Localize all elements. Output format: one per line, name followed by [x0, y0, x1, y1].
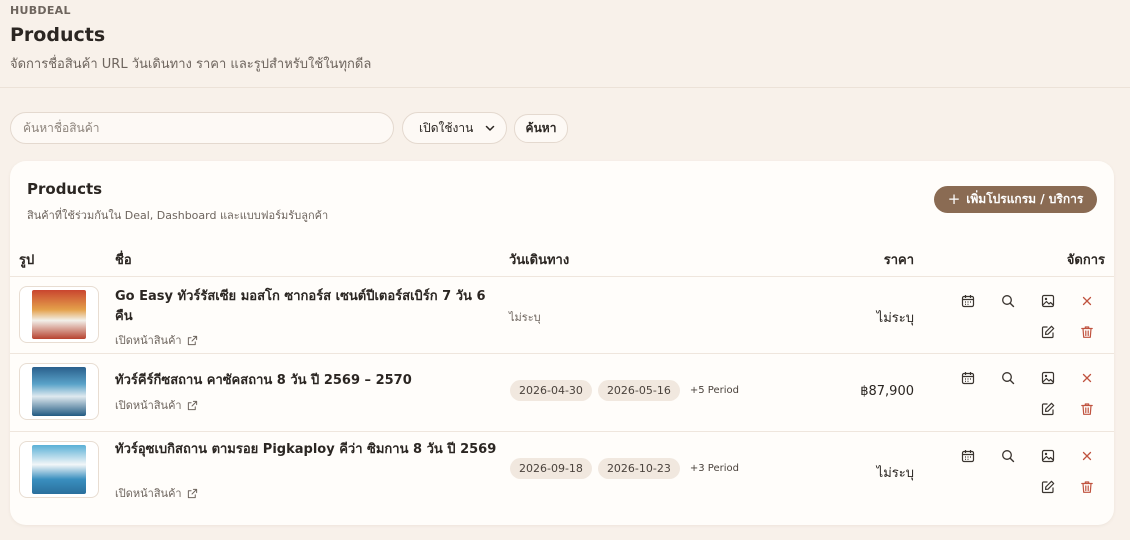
- card-title: Products: [27, 180, 103, 198]
- edit-button[interactable]: [1038, 322, 1058, 342]
- status-select[interactable]: เปิดใช้งาน: [402, 112, 507, 144]
- external-link-icon: [187, 400, 197, 410]
- products-card: Products สินค้าที่ใช้ร่วมกันใน Deal, Das…: [10, 161, 1114, 525]
- close-icon: [1082, 296, 1092, 306]
- travel-dates: 2026-04-30 2026-05-16 +5 Period: [510, 380, 743, 401]
- external-link-icon: [187, 335, 197, 345]
- brand: HUBDEAL: [10, 4, 71, 17]
- image-button[interactable]: [1038, 446, 1058, 466]
- travel-dates: 2026-09-18 2026-10-23 +3 Period: [510, 458, 743, 479]
- deactivate-button[interactable]: [1077, 368, 1097, 388]
- image-button[interactable]: [1038, 368, 1058, 388]
- column-header-name: ชื่อ: [115, 253, 132, 268]
- search-icon: [1002, 295, 1015, 308]
- edit-icon: [1041, 480, 1055, 494]
- add-program-label: เพิ่มโปรแกรม / บริการ: [966, 192, 1084, 206]
- search-row-button[interactable]: [998, 446, 1018, 466]
- edit-icon: [1041, 402, 1055, 416]
- search-input[interactable]: [10, 112, 394, 144]
- edit-button[interactable]: [1038, 399, 1058, 419]
- delete-button[interactable]: [1077, 322, 1097, 342]
- deactivate-button[interactable]: [1077, 291, 1097, 311]
- date-chip: 2026-10-23: [597, 458, 680, 479]
- date-chip: 2026-09-18: [510, 458, 592, 479]
- external-link-icon: [187, 488, 197, 498]
- edit-icon: [1041, 325, 1055, 339]
- date-chip: 2026-04-30: [510, 380, 592, 401]
- search-button[interactable]: ค้นหา: [514, 114, 568, 143]
- open-product-label: เปิดหน้าสินค้า: [115, 334, 182, 347]
- open-product-link[interactable]: เปิดหน้าสินค้า: [115, 484, 198, 502]
- calendar-button[interactable]: [958, 368, 978, 388]
- image-icon: [1041, 449, 1055, 463]
- calendar-icon: [961, 372, 975, 385]
- product-name: ทัวร์อุซเบกิสถาน ตามรอย Pigkaploy คีว่า …: [115, 442, 497, 457]
- trash-icon: [1081, 481, 1093, 493]
- column-header-price: ราคา: [883, 253, 914, 268]
- more-periods-chip[interactable]: +3 Period: [686, 459, 743, 478]
- image-icon: [1041, 371, 1055, 385]
- product-price: ไม่ระบุ: [876, 311, 914, 326]
- edit-button[interactable]: [1038, 477, 1058, 497]
- calendar-button[interactable]: [958, 291, 978, 311]
- open-product-link[interactable]: เปิดหน้าสินค้า: [115, 331, 198, 349]
- close-icon: [1082, 451, 1092, 461]
- product-name: ทัวร์คีร์กีซสถาน คาซัคสถาน 8 วัน ปี 2569…: [115, 373, 412, 388]
- trash-icon: [1081, 326, 1093, 338]
- column-header-date: วันเดินทาง: [509, 253, 570, 268]
- product-price: ไม่ระบุ: [876, 466, 914, 481]
- add-program-button[interactable]: + เพิ่มโปรแกรม / บริการ: [934, 186, 1097, 213]
- plus-icon: +: [947, 190, 961, 208]
- product-thumbnail: [19, 441, 99, 498]
- travel-date: ไม่ระบุ: [509, 311, 541, 324]
- table-row: ทัวร์คีร์กีซสถาน คาซัคสถาน 8 วัน ปี 2569…: [10, 353, 1114, 430]
- product-thumbnail: [19, 363, 99, 420]
- card-subtitle: สินค้าที่ใช้ร่วมกันใน Deal, Dashboard แล…: [27, 209, 329, 222]
- more-periods-chip[interactable]: +5 Period: [686, 381, 743, 400]
- image-button[interactable]: [1038, 291, 1058, 311]
- calendar-icon: [961, 450, 975, 463]
- status-select-value: เปิดใช้งาน: [419, 120, 474, 135]
- column-header-image: รูป: [19, 253, 35, 268]
- image-icon: [1041, 294, 1055, 308]
- calendar-icon: [961, 295, 975, 308]
- search-icon: [1002, 372, 1015, 385]
- date-chip: 2026-05-16: [597, 380, 680, 401]
- calendar-button[interactable]: [958, 446, 978, 466]
- delete-button[interactable]: [1077, 399, 1097, 419]
- product-price: ฿87,900: [860, 384, 914, 399]
- open-product-label: เปิดหน้าสินค้า: [115, 399, 182, 412]
- search-icon: [1002, 450, 1015, 463]
- header-divider: [0, 87, 1130, 88]
- open-product-link[interactable]: เปิดหน้าสินค้า: [115, 396, 198, 414]
- chevron-down-icon: [485, 125, 495, 131]
- table-row: Go Easy ทัวร์รัสเซีย มอสโก ซากอร์ส เซนต์…: [10, 276, 1114, 353]
- product-thumbnail: [19, 286, 99, 343]
- product-name: Go Easy ทัวร์รัสเซีย มอสโก ซากอร์ส เซนต์…: [115, 289, 486, 324]
- column-header-actions: จัดการ: [1066, 253, 1105, 268]
- search-row-button[interactable]: [998, 291, 1018, 311]
- close-icon: [1082, 373, 1092, 383]
- deactivate-button[interactable]: [1077, 446, 1097, 466]
- table-row: ทัวร์อุซเบกิสถาน ตามรอย Pigkaploy คีว่า …: [10, 431, 1114, 508]
- trash-icon: [1081, 403, 1093, 415]
- delete-button[interactable]: [1077, 477, 1097, 497]
- search-row-button[interactable]: [998, 368, 1018, 388]
- page-title: Products: [10, 24, 106, 46]
- page-subtitle: จัดการชื่อสินค้า URL วันเดินทาง ราคา และ…: [10, 57, 372, 72]
- open-product-label: เปิดหน้าสินค้า: [115, 487, 182, 500]
